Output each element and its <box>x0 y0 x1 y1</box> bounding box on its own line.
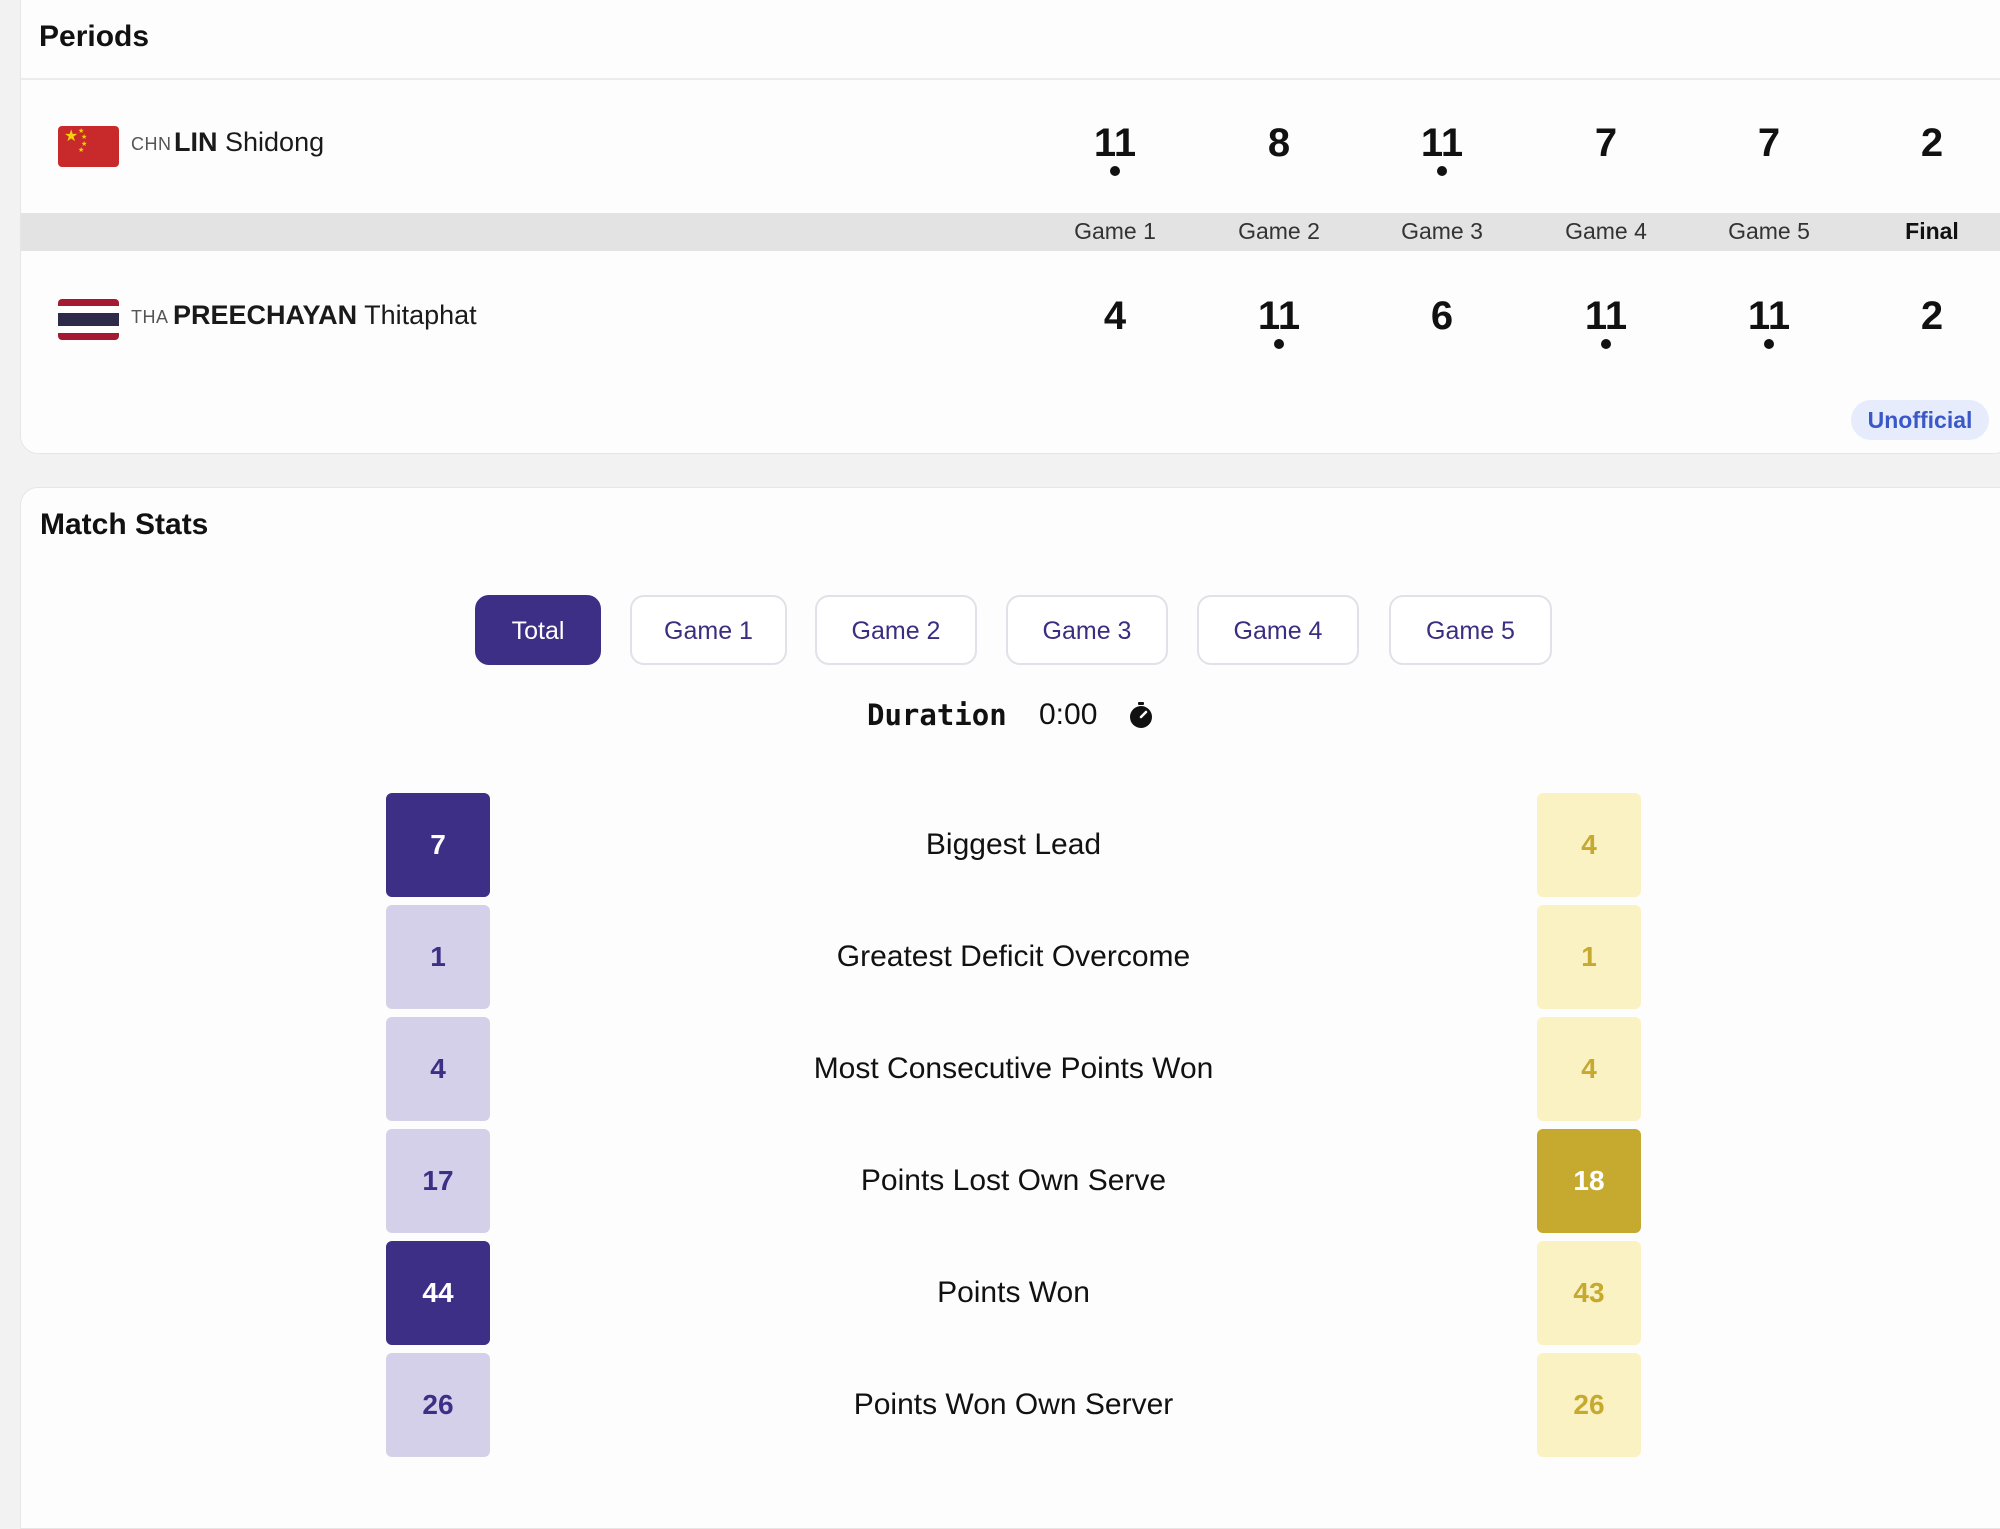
thailand-flag-icon <box>58 299 119 340</box>
duration-value: 0:00 <box>1039 698 1098 731</box>
game-winner-dot <box>1437 166 1447 176</box>
game-label-5: Game 5 <box>1728 218 1810 244</box>
score-game-1: 11 <box>1093 121 1137 165</box>
stat-row-points-won: 44 Points Won 43 <box>21 1241 2000 1345</box>
score-game-2: 11 <box>1257 294 1301 338</box>
stat-value-player1: 1 <box>386 905 490 1009</box>
game-winner-dot <box>1601 339 1611 349</box>
score-game-3: 6 <box>1430 294 1454 338</box>
stat-label: Biggest Lead <box>925 828 1102 861</box>
periods-title: Periods <box>39 20 150 53</box>
score-game-3: 11 <box>1420 121 1464 165</box>
tab-total[interactable]: Total <box>475 595 601 665</box>
score-game-5: 7 <box>1757 121 1781 165</box>
game-label-2: Game 2 <box>1238 218 1320 244</box>
player-name: LIN Shidong <box>174 127 325 157</box>
game-label-3: Game 3 <box>1401 218 1483 244</box>
stat-value-player2: 26 <box>1537 1353 1641 1457</box>
stat-label: Most Consecutive Points Won <box>813 1052 1214 1085</box>
periods-card: Periods ★ ★ ★ ★ ★ CHN LIN Shidong 11 8 1… <box>20 0 2000 454</box>
stat-row-points-won-own-server: 26 Points Won Own Server 26 <box>21 1353 2000 1457</box>
game-winner-dot <box>1764 339 1774 349</box>
player-row-1[interactable]: ★ ★ ★ ★ ★ CHN LIN Shidong 11 8 11 7 7 2 <box>21 107 2000 187</box>
score-game-1: 4 <box>1103 294 1127 338</box>
periods-divider <box>21 78 2000 80</box>
china-flag-icon: ★ ★ ★ ★ ★ <box>58 126 119 167</box>
stat-value-player1: 26 <box>386 1353 490 1457</box>
score-game-2: 8 <box>1267 121 1291 165</box>
status-badge: Unofficial <box>1851 400 1989 440</box>
score-final: 2 <box>1920 121 1944 165</box>
stopwatch-icon <box>1130 702 1152 728</box>
duration-label: Duration <box>867 698 1007 732</box>
player-name: PREECHAYAN Thitaphat <box>173 300 477 330</box>
stat-value-player2: 1 <box>1537 905 1641 1009</box>
game-winner-dot <box>1274 339 1284 349</box>
game-label-4: Game 4 <box>1565 218 1647 244</box>
stat-value-player1: 7 <box>386 793 490 897</box>
duration: Duration 0:00 <box>21 698 2000 738</box>
game-header-row: Game 1 Game 2 Game 3 Game 4 Game 5 Final <box>21 213 2000 251</box>
stat-value-player2: 4 <box>1537 1017 1641 1121</box>
tab-game-1[interactable]: Game 1 <box>630 595 787 665</box>
stat-value-player1: 4 <box>386 1017 490 1121</box>
player-country: THA <box>131 307 169 327</box>
stat-value-player2: 4 <box>1537 793 1641 897</box>
game-winner-dot <box>1110 166 1120 176</box>
tab-game-5[interactable]: Game 5 <box>1389 595 1552 665</box>
stat-value-player2: 18 <box>1537 1129 1641 1233</box>
stat-label: Points Lost Own Serve <box>860 1164 1167 1197</box>
stat-row-points-lost-own-serve: 17 Points Lost Own Serve 18 <box>21 1129 2000 1233</box>
stat-value-player1: 17 <box>386 1129 490 1233</box>
score-game-5: 11 <box>1747 294 1791 338</box>
player-country: CHN <box>131 134 172 154</box>
tab-game-4[interactable]: Game 4 <box>1197 595 1359 665</box>
tab-game-3[interactable]: Game 3 <box>1006 595 1168 665</box>
stat-value-player1: 44 <box>386 1241 490 1345</box>
stat-row-biggest-lead: 7 Biggest Lead 4 <box>21 793 2000 897</box>
score-game-4: 11 <box>1584 294 1628 338</box>
score-final: 2 <box>1920 294 1944 338</box>
score-game-4: 7 <box>1594 121 1618 165</box>
game-label-final: Final <box>1905 218 1959 244</box>
stat-row-consecutive-points: 4 Most Consecutive Points Won 4 <box>21 1017 2000 1121</box>
match-stats-title: Match Stats <box>40 508 209 541</box>
game-label-1: Game 1 <box>1074 218 1156 244</box>
stat-label: Points Won <box>937 1276 1090 1309</box>
stat-row-greatest-deficit: 1 Greatest Deficit Overcome 1 <box>21 905 2000 1009</box>
tab-game-2[interactable]: Game 2 <box>815 595 977 665</box>
match-stats-card: Match Stats Total Game 1 Game 2 Game 3 G… <box>20 487 2000 1529</box>
stat-label: Greatest Deficit Overcome <box>836 940 1191 973</box>
stat-label: Points Won Own Server <box>853 1388 1174 1421</box>
player-row-2[interactable]: THA PREECHAYAN Thitaphat 4 11 6 11 11 2 <box>21 280 2000 360</box>
stat-value-player2: 43 <box>1537 1241 1641 1345</box>
